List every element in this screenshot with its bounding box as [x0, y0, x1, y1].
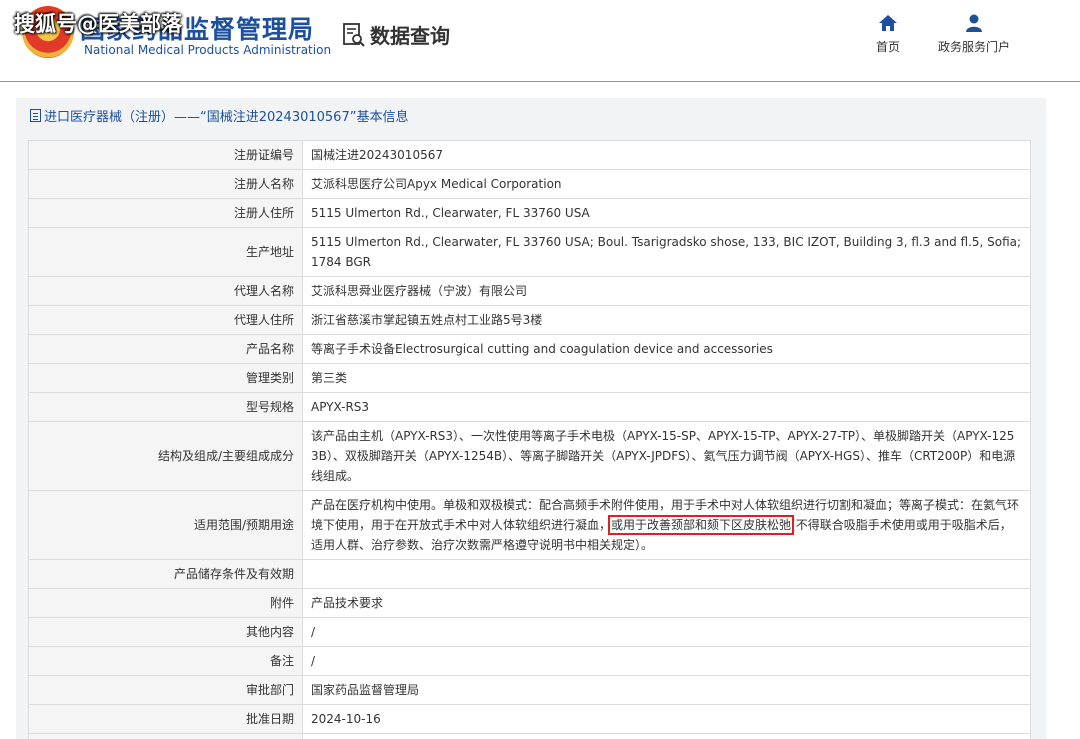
page-title: 数据查询 [342, 20, 450, 49]
table-row: 备注 / [28, 646, 1031, 676]
field-value: 艾派科思舜业医疗器械（宁波）有限公司 [302, 276, 1031, 306]
field-value: 艾派科思医疗公司Apyx Medical Corporation [302, 169, 1031, 199]
field-value: 该产品由主机（APYX-RS3）、一次性使用等离子手术电极（APYX-15-SP… [302, 421, 1031, 491]
nav-home-label: 首页 [876, 40, 901, 54]
table-row: 审批部门 国家药品监督管理局 [28, 675, 1031, 705]
watermark: 搜狐号@医美部落 [14, 12, 182, 36]
field-value: 第三类 [302, 363, 1031, 393]
field-label: 生产地址 [28, 227, 303, 277]
panel-title: 进口医疗器械（注册）——“国械注进20243010567”基本信息 [30, 106, 408, 125]
home-icon [879, 15, 897, 31]
table-row: 代理人名称 艾派科思舜业医疗器械（宁波）有限公司 [28, 276, 1031, 306]
field-value: APYX-RS3 [302, 392, 1031, 422]
field-value: 国家药品监督管理局 [302, 675, 1031, 705]
nav-portal-label: 政务服务门户 [938, 40, 1011, 54]
table-row: 注册人名称 艾派科思医疗公司Apyx Medical Corporation [28, 169, 1031, 199]
field-label: 审批部门 [28, 675, 303, 705]
field-value [302, 559, 1031, 589]
site-header: 国家药品监督管理局 National Medical Products Admi… [0, 0, 1080, 82]
table-row: 注册证编号 国械注进20243010567 [28, 140, 1031, 170]
field-label: 注册人住所 [28, 198, 303, 228]
field-label: 代理人住所 [28, 305, 303, 335]
table-row: 附件 产品技术要求 [28, 588, 1031, 618]
table-row: 其他内容 / [28, 617, 1031, 647]
info-table: 注册证编号 国械注进20243010567 注册人名称 艾派科思医疗公司Apyx… [28, 140, 1031, 739]
field-label: 管理类别 [28, 363, 303, 393]
user-icon [966, 14, 982, 32]
field-value: 5115 Ulmerton Rd., Clearwater, FL 33760 … [302, 227, 1031, 277]
field-label: 产品储存条件及有效期 [28, 559, 303, 589]
field-value: 5115 Ulmerton Rd., Clearwater, FL 33760 … [302, 198, 1031, 228]
highlighted-text: 或用于改善颈部和颏下区皮肤松弛 [608, 515, 795, 535]
table-row: 型号规格 APYX-RS3 [28, 392, 1031, 422]
field-value: 国械注进20243010567 [302, 140, 1031, 170]
field-value: 浙江省慈溪市掌起镇五姓点村工业路5号3楼 [302, 305, 1031, 335]
table-row: 产品储存条件及有效期 [28, 559, 1031, 589]
table-row: 代理人住所 浙江省慈溪市掌起镇五姓点村工业路5号3楼 [28, 305, 1031, 335]
table-row: 批准日期 2024-10-16 [28, 704, 1031, 734]
field-label: 适用范围/预期用途 [28, 490, 303, 560]
table-row: 适用范围/预期用途 产品在医疗机构中使用。单极和双极模式：配合高频手术附件使用，… [28, 490, 1031, 560]
table-row: 管理类别 第三类 [28, 363, 1031, 393]
database-search-icon [342, 22, 366, 48]
field-label: 批准日期 [28, 704, 303, 734]
field-label: 代理人名称 [28, 276, 303, 306]
table-row: 注册人住所 5115 Ulmerton Rd., Clearwater, FL … [28, 198, 1031, 228]
page-title-label: 数据查询 [370, 24, 450, 48]
field-label: 附件 [28, 588, 303, 618]
field-value: 产品技术要求 [302, 588, 1031, 618]
field-label: 结构及组成/主要组成成分 [28, 421, 303, 491]
field-label: 型号规格 [28, 392, 303, 422]
field-label [28, 733, 303, 739]
nav-service-portal[interactable]: 政务服务门户 [938, 14, 1010, 55]
table-row: 结构及组成/主要组成成分 该产品由主机（APYX-RS3）、一次性使用等离子手术… [28, 421, 1031, 491]
field-value [302, 733, 1031, 739]
field-value-intended-use: 产品在医疗机构中使用。单极和双极模式：配合高频手术附件使用，用于手术中对人体软组… [302, 490, 1031, 560]
field-label: 其他内容 [28, 617, 303, 647]
table-row [28, 733, 1031, 739]
field-label: 注册证编号 [28, 140, 303, 170]
field-label: 备注 [28, 646, 303, 676]
detail-panel: 进口医疗器械（注册）——“国械注进20243010567”基本信息 注册证编号 … [16, 98, 1046, 739]
table-row: 生产地址 5115 Ulmerton Rd., Clearwater, FL 3… [28, 227, 1031, 277]
field-label: 产品名称 [28, 334, 303, 364]
field-label: 注册人名称 [28, 169, 303, 199]
field-value: 2024-10-16 [302, 704, 1031, 734]
panel-title-text: 进口医疗器械（注册）——“国械注进20243010567”基本信息 [44, 110, 409, 125]
field-value: 等离子手术设备Electrosurgical cutting and coagu… [302, 334, 1031, 364]
field-value: / [302, 646, 1031, 676]
nav-home[interactable]: 首页 [876, 14, 900, 55]
org-name-en: National Medical Products Administration [84, 43, 332, 57]
document-icon [30, 109, 41, 122]
field-value: / [302, 617, 1031, 647]
table-row: 产品名称 等离子手术设备Electrosurgical cutting and … [28, 334, 1031, 364]
